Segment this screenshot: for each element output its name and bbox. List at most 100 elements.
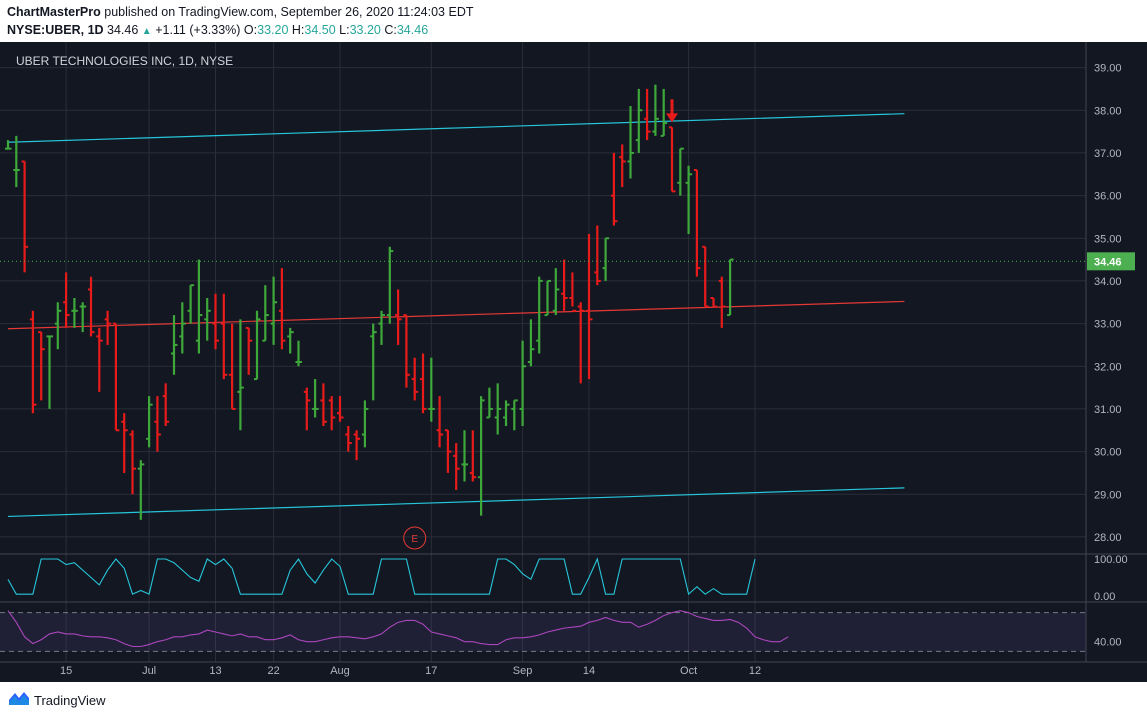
close-label: C: [384, 23, 397, 37]
ohlc-bar [420, 353, 427, 414]
time-tick-label: Jul [142, 665, 156, 677]
ohlc-bar [403, 314, 410, 388]
time-tick-label: Aug [330, 665, 350, 677]
high-value: 34.50 [304, 23, 336, 37]
ohlc-bar [586, 234, 593, 380]
time-tick-label: Oct [680, 665, 697, 677]
ohlc-bar [245, 326, 253, 375]
open-label: O: [243, 23, 258, 37]
ohlc-bar [411, 357, 419, 401]
ohlc-bar [345, 426, 352, 452]
price-tick-label: 33.00 [1094, 319, 1122, 331]
ohlc-bar [112, 322, 120, 432]
ohlc-bar [594, 225, 601, 286]
earnings-marker-label: E [411, 534, 418, 545]
ohlc-bar [278, 268, 286, 350]
ohlc-bar [718, 276, 726, 328]
price-tick-label: 38.00 [1094, 105, 1122, 117]
osc2-tick-label: 40.00 [1094, 637, 1122, 649]
price-tick-label: 34.00 [1094, 276, 1122, 288]
ohlc-bar [386, 246, 394, 324]
last-price: 34.46 [107, 23, 139, 37]
footer: TradingView [0, 682, 1147, 718]
osc1-tick-label: 0.00 [1094, 591, 1115, 603]
ohlc-bar [378, 310, 385, 345]
ohlc-bar [511, 399, 518, 431]
price-tick-label: 32.00 [1094, 361, 1122, 373]
author-name[interactable]: ChartMasterPro [7, 5, 101, 19]
ohlc-bar [602, 237, 610, 281]
ohlc-bar [121, 413, 128, 473]
ohlc-bar [536, 276, 543, 354]
chart-header: ChartMasterPro published on TradingView.… [0, 0, 1147, 42]
low-label: L: [339, 23, 350, 37]
ohlc-bar [13, 135, 20, 188]
ohlc-bar [195, 259, 203, 354]
ohlc-bar [503, 400, 510, 426]
chart-title: UBER TECHNOLOGIES INC, 1D, NYSE [16, 54, 233, 68]
price-tick-label: 31.00 [1094, 404, 1122, 416]
ohlc-bar [436, 396, 444, 448]
ohlc-bar [461, 430, 468, 482]
ohlc-bar [685, 165, 693, 234]
price-tick-label: 39.00 [1094, 63, 1122, 75]
chart-area[interactable]: 34.46 E 39.00 38.00 37.00 36.00 35.00 34.00 33.… [0, 42, 1147, 682]
grid-lines [0, 42, 1086, 662]
ohlc-bar [129, 430, 136, 495]
time-tick-label: Sep [513, 665, 533, 677]
price-tick-label: 36.00 [1094, 191, 1122, 203]
ohlc-bar [644, 88, 651, 141]
price-tick-label: 37.00 [1094, 148, 1122, 160]
ohlc-bar [702, 245, 709, 308]
ohlc-bar [619, 144, 626, 188]
price-tick-label: 35.00 [1094, 233, 1122, 245]
low-value: 33.20 [349, 23, 381, 37]
ohlc-bar [320, 383, 327, 426]
ohlc-bar [486, 387, 493, 419]
ohlc-bar [262, 285, 269, 342]
ohlc-bar [29, 310, 37, 414]
trendline-mid [7, 300, 905, 330]
ohlc-bar [146, 396, 153, 448]
ohlc-bar [353, 430, 361, 461]
tradingview-logo-icon[interactable] [8, 690, 30, 706]
ohlc-bar [54, 302, 62, 350]
ohlc-bar [577, 302, 585, 384]
ohlc-bar [561, 259, 568, 311]
publish-info: published on TradingView.com, September … [104, 5, 474, 19]
ohlc-bar [635, 88, 643, 153]
last-price-label: 34.46 [1094, 256, 1122, 268]
ohlc-bar [428, 357, 435, 422]
quote-line: NYSE:UBER, 1D 34.46 ▲ +1.11 (+3.33%) O:3… [7, 23, 428, 37]
time-tick-label: 15 [60, 665, 72, 677]
ohlc-bar [693, 169, 701, 277]
ohlc-bar [527, 319, 535, 367]
ohlc-bar [270, 276, 278, 345]
ohlc-bar [162, 383, 170, 426]
osc1-tick-label: 100.00 [1094, 554, 1128, 566]
time-tick-label: 17 [425, 665, 437, 677]
ohlc-bar [154, 396, 161, 452]
ohlc-bar [21, 160, 29, 273]
ohlc-bar [370, 323, 377, 401]
oscillator-panes [0, 557, 1086, 652]
price-tick-label: 30.00 [1094, 447, 1122, 459]
tradingview-brand[interactable]: TradingView [34, 693, 106, 708]
ohlc-bar [328, 396, 336, 431]
ohlc-bar [79, 302, 87, 333]
trendline-upper [7, 113, 905, 143]
ohlc-bar [552, 268, 560, 316]
ohlc-bar [104, 310, 112, 345]
ohlc-bar [204, 298, 211, 341]
oscillator1-line [7, 557, 756, 596]
time-tick-label: 13 [209, 665, 221, 677]
publish-line: ChartMasterPro published on TradingView.… [7, 5, 474, 19]
price-chart[interactable]: 34.46 E 39.00 38.00 37.00 36.00 35.00 34.00 33.… [0, 42, 1147, 682]
time-tick-label: 22 [267, 665, 279, 677]
ohlc-bar [287, 327, 294, 354]
ohlc-bar [453, 443, 460, 490]
ohlc-bars [5, 84, 734, 520]
ohlc-bar [312, 379, 319, 418]
ohlc-bar [212, 293, 219, 350]
open-value: 33.20 [257, 23, 289, 37]
